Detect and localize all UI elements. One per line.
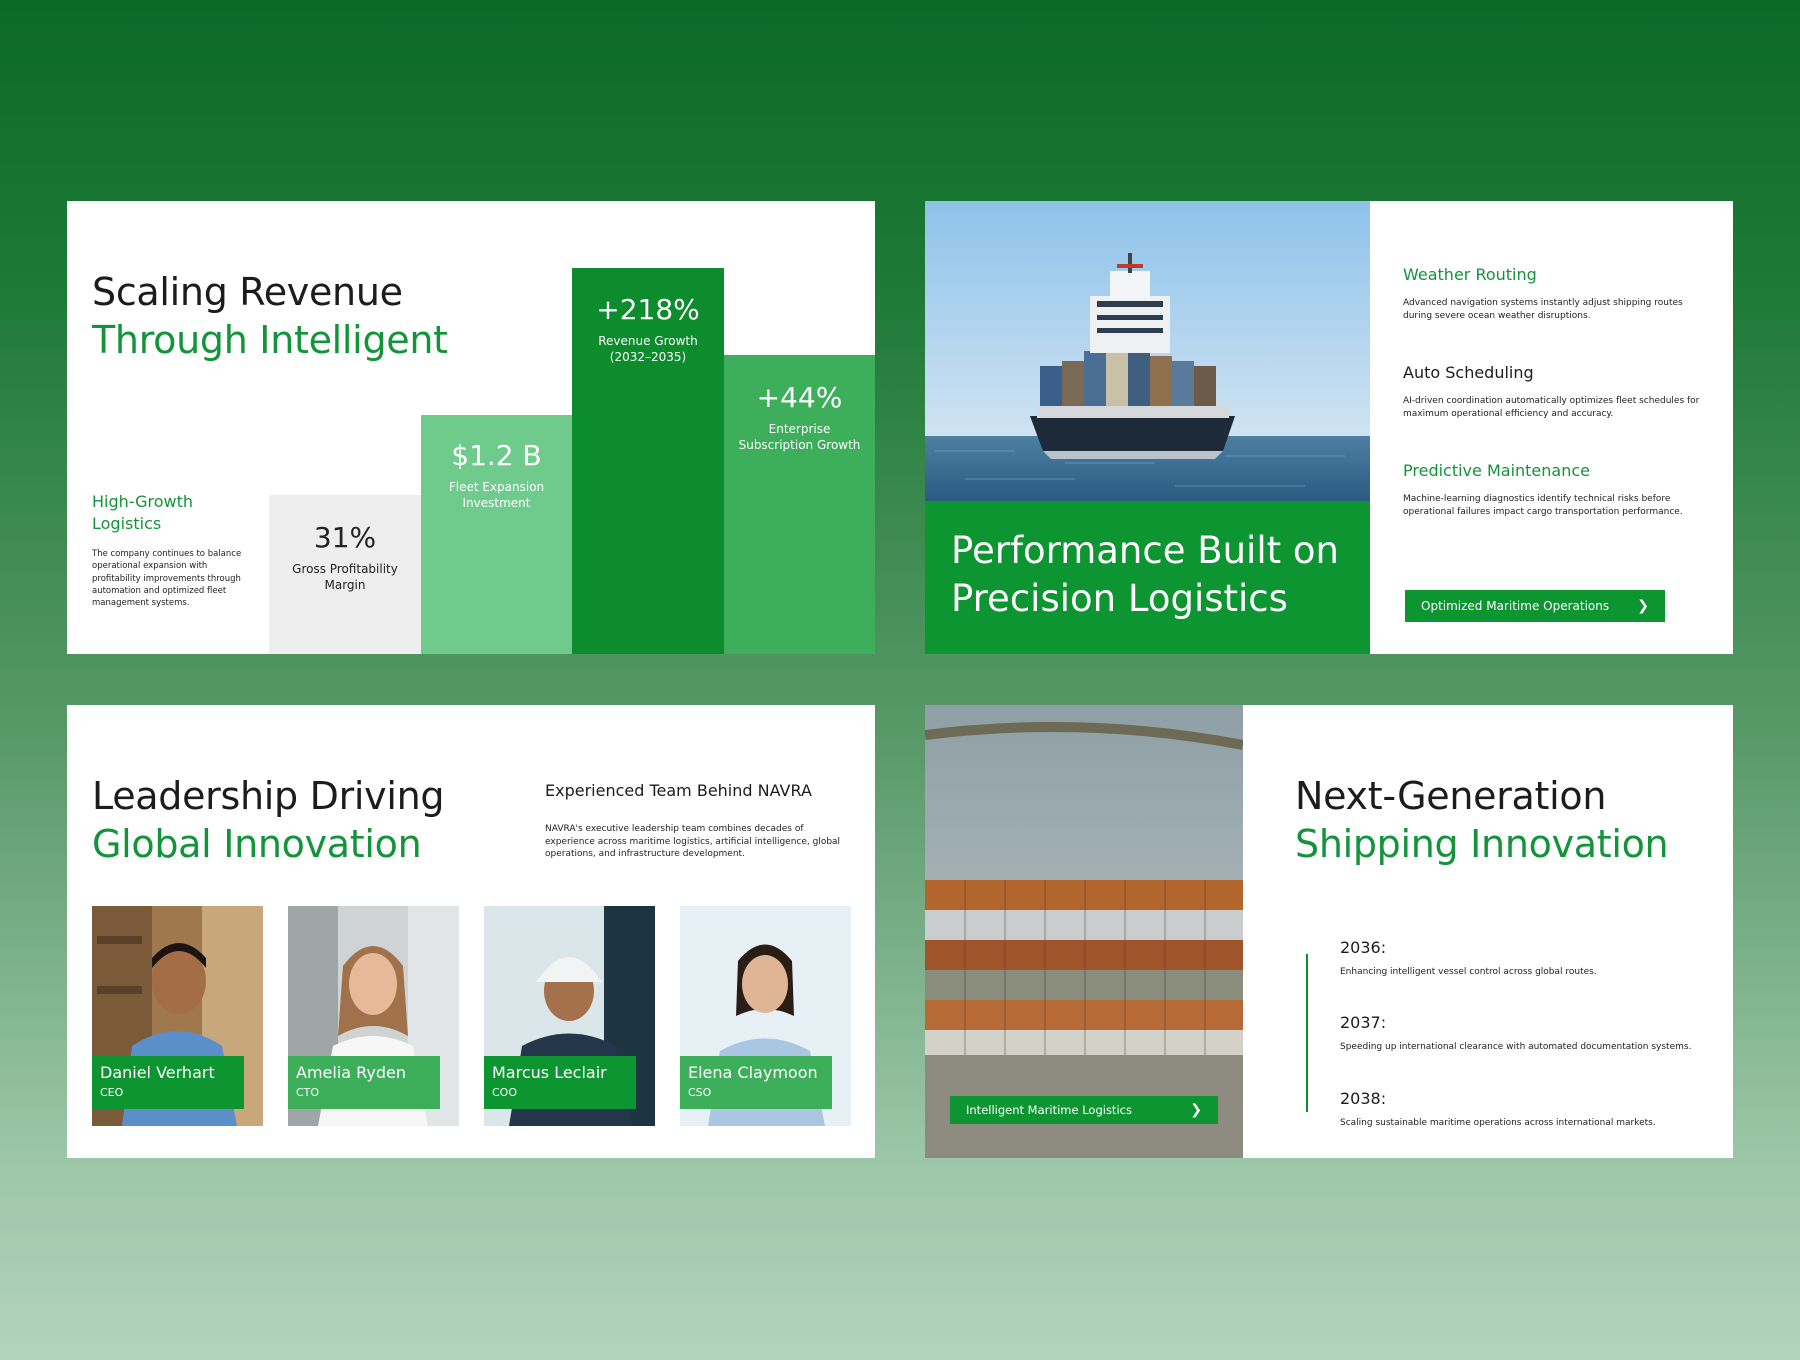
feature-auto-scheduling: Auto Scheduling AI-driven coordination a… <box>1403 363 1703 420</box>
member-label: Elena Claymoon CSO <box>680 1056 832 1109</box>
member-label: Marcus Leclair COO <box>484 1056 636 1109</box>
member-name: Daniel Verhart <box>100 1063 215 1082</box>
slide-title-line1: Next-Generation <box>1295 774 1607 818</box>
member-label: Daniel Verhart CEO <box>92 1056 244 1109</box>
timeline-year: 2038: <box>1340 1089 1387 1108</box>
member-name: Amelia Ryden <box>296 1063 407 1082</box>
chevron-right-icon: ❯ <box>1190 1102 1202 1118</box>
side-body: The company continues to balance operati… <box>92 549 242 609</box>
member-role: CEO <box>100 1086 124 1099</box>
member-role: CTO <box>296 1086 320 1099</box>
leadership-slide: Leadership Driving Global Innovation Exp… <box>67 705 875 1158</box>
timeline-text: Speeding up international clearance with… <box>1340 1042 1692 1052</box>
timeline-year: 2037: <box>1340 1013 1387 1032</box>
slide-title-line2: Through Intelligent <box>92 318 448 362</box>
optimized-operations-button[interactable]: Optimized Maritime Operations ❯ <box>1405 590 1665 622</box>
stat-bar-revenue-growth: +218% Revenue Growth (2032–2035) <box>572 268 724 654</box>
feature-body: Advanced navigation systems instantly ad… <box>1403 298 1683 321</box>
timeline-item: 2038: Scaling sustainable maritime opera… <box>1340 1089 1710 1129</box>
feature-body: AI-driven coordination automatically opt… <box>1403 396 1700 419</box>
feature-heading: Weather Routing <box>1403 265 1537 284</box>
stat-value: $1.2 B <box>451 439 542 472</box>
slide-title: Next-Generation Shipping Innovation <box>1295 772 1669 868</box>
timeline-text: Enhancing intelligent vessel control acr… <box>1340 967 1597 977</box>
timeline-line <box>1306 954 1308 1112</box>
stat-bar-margin: 31% Gross Profitability Margin <box>269 495 421 654</box>
stat-label: Fleet Expansion Investment <box>448 480 545 510</box>
stat-label: Gross Profitability Margin <box>292 562 398 592</box>
timeline-year: 2036: <box>1340 938 1387 957</box>
stat-label: Revenue Growth (2032–2035) <box>598 334 698 364</box>
team-member-card: Marcus Leclair COO <box>484 906 655 1126</box>
slide-title-line2: Shipping Innovation <box>1295 822 1669 866</box>
team-member-card: Daniel Verhart CEO <box>92 906 263 1126</box>
team-member-card: Elena Claymoon CSO <box>680 906 851 1126</box>
feature-predictive-maintenance: Predictive Maintenance Machine-learning … <box>1403 461 1703 518</box>
feature-heading: Predictive Maintenance <box>1403 461 1590 480</box>
member-name: Marcus Leclair <box>492 1063 607 1082</box>
feature-body: Machine-learning diagnostics identify te… <box>1403 494 1683 517</box>
timeline-text: Scaling sustainable maritime operations … <box>1340 1118 1656 1128</box>
side-title: High-Growth Logistics <box>92 492 194 533</box>
intelligent-logistics-button[interactable]: Intelligent Maritime Logistics ❯ <box>950 1096 1218 1124</box>
button-label: Intelligent Maritime Logistics <box>966 1103 1132 1117</box>
member-name: Elena Claymoon <box>688 1063 818 1082</box>
member-role: CSO <box>688 1086 712 1099</box>
slide-title-line2: Global Innovation <box>92 822 422 866</box>
chevron-right-icon: ❯ <box>1637 598 1649 614</box>
team-body: NAVRA's executive leadership team combin… <box>545 824 841 859</box>
team-heading: Experienced Team Behind NAVRA <box>545 781 812 800</box>
slide-title-line1: Leadership Driving <box>92 774 445 818</box>
slide-title: Leadership Driving Global Innovation <box>92 772 445 868</box>
stat-value: 31% <box>313 521 377 554</box>
member-role: COO <box>492 1086 517 1099</box>
slide-title: Performance Built on Precision Logistics <box>951 529 1339 620</box>
stat-value: +218% <box>596 293 700 326</box>
stat-label: Enterprise Subscription Growth <box>738 422 861 452</box>
container-port-photo <box>925 705 1243 1158</box>
revenue-slide: Scaling Revenue Through Intelligent High… <box>67 201 875 654</box>
performance-slide: Performance Built on Precision Logistics… <box>925 201 1733 654</box>
stat-bar-subscription-growth: +44% Enterprise Subscription Growth <box>724 355 875 654</box>
stat-value: +44% <box>756 381 843 414</box>
timeline-item: 2037: Speeding up international clearanc… <box>1340 1013 1710 1053</box>
innovation-slide: Intelligent Maritime Logistics ❯ Next-Ge… <box>925 705 1733 1158</box>
button-label: Optimized Maritime Operations <box>1421 599 1610 613</box>
slide-title-line1: Scaling Revenue <box>92 270 403 314</box>
feature-weather-routing: Weather Routing Advanced navigation syst… <box>1403 265 1703 322</box>
member-label: Amelia Ryden CTO <box>288 1056 440 1109</box>
slide-title: Scaling Revenue Through Intelligent <box>92 268 448 364</box>
timeline-item: 2036: Enhancing intelligent vessel contr… <box>1340 938 1710 978</box>
team-member-card: Amelia Ryden CTO <box>288 906 459 1126</box>
feature-heading: Auto Scheduling <box>1403 363 1534 382</box>
title-panel: Performance Built on Precision Logistics <box>925 501 1370 654</box>
cargo-ship-photo <box>925 201 1370 501</box>
stat-bar-investment: $1.2 B Fleet Expansion Investment <box>421 415 572 654</box>
